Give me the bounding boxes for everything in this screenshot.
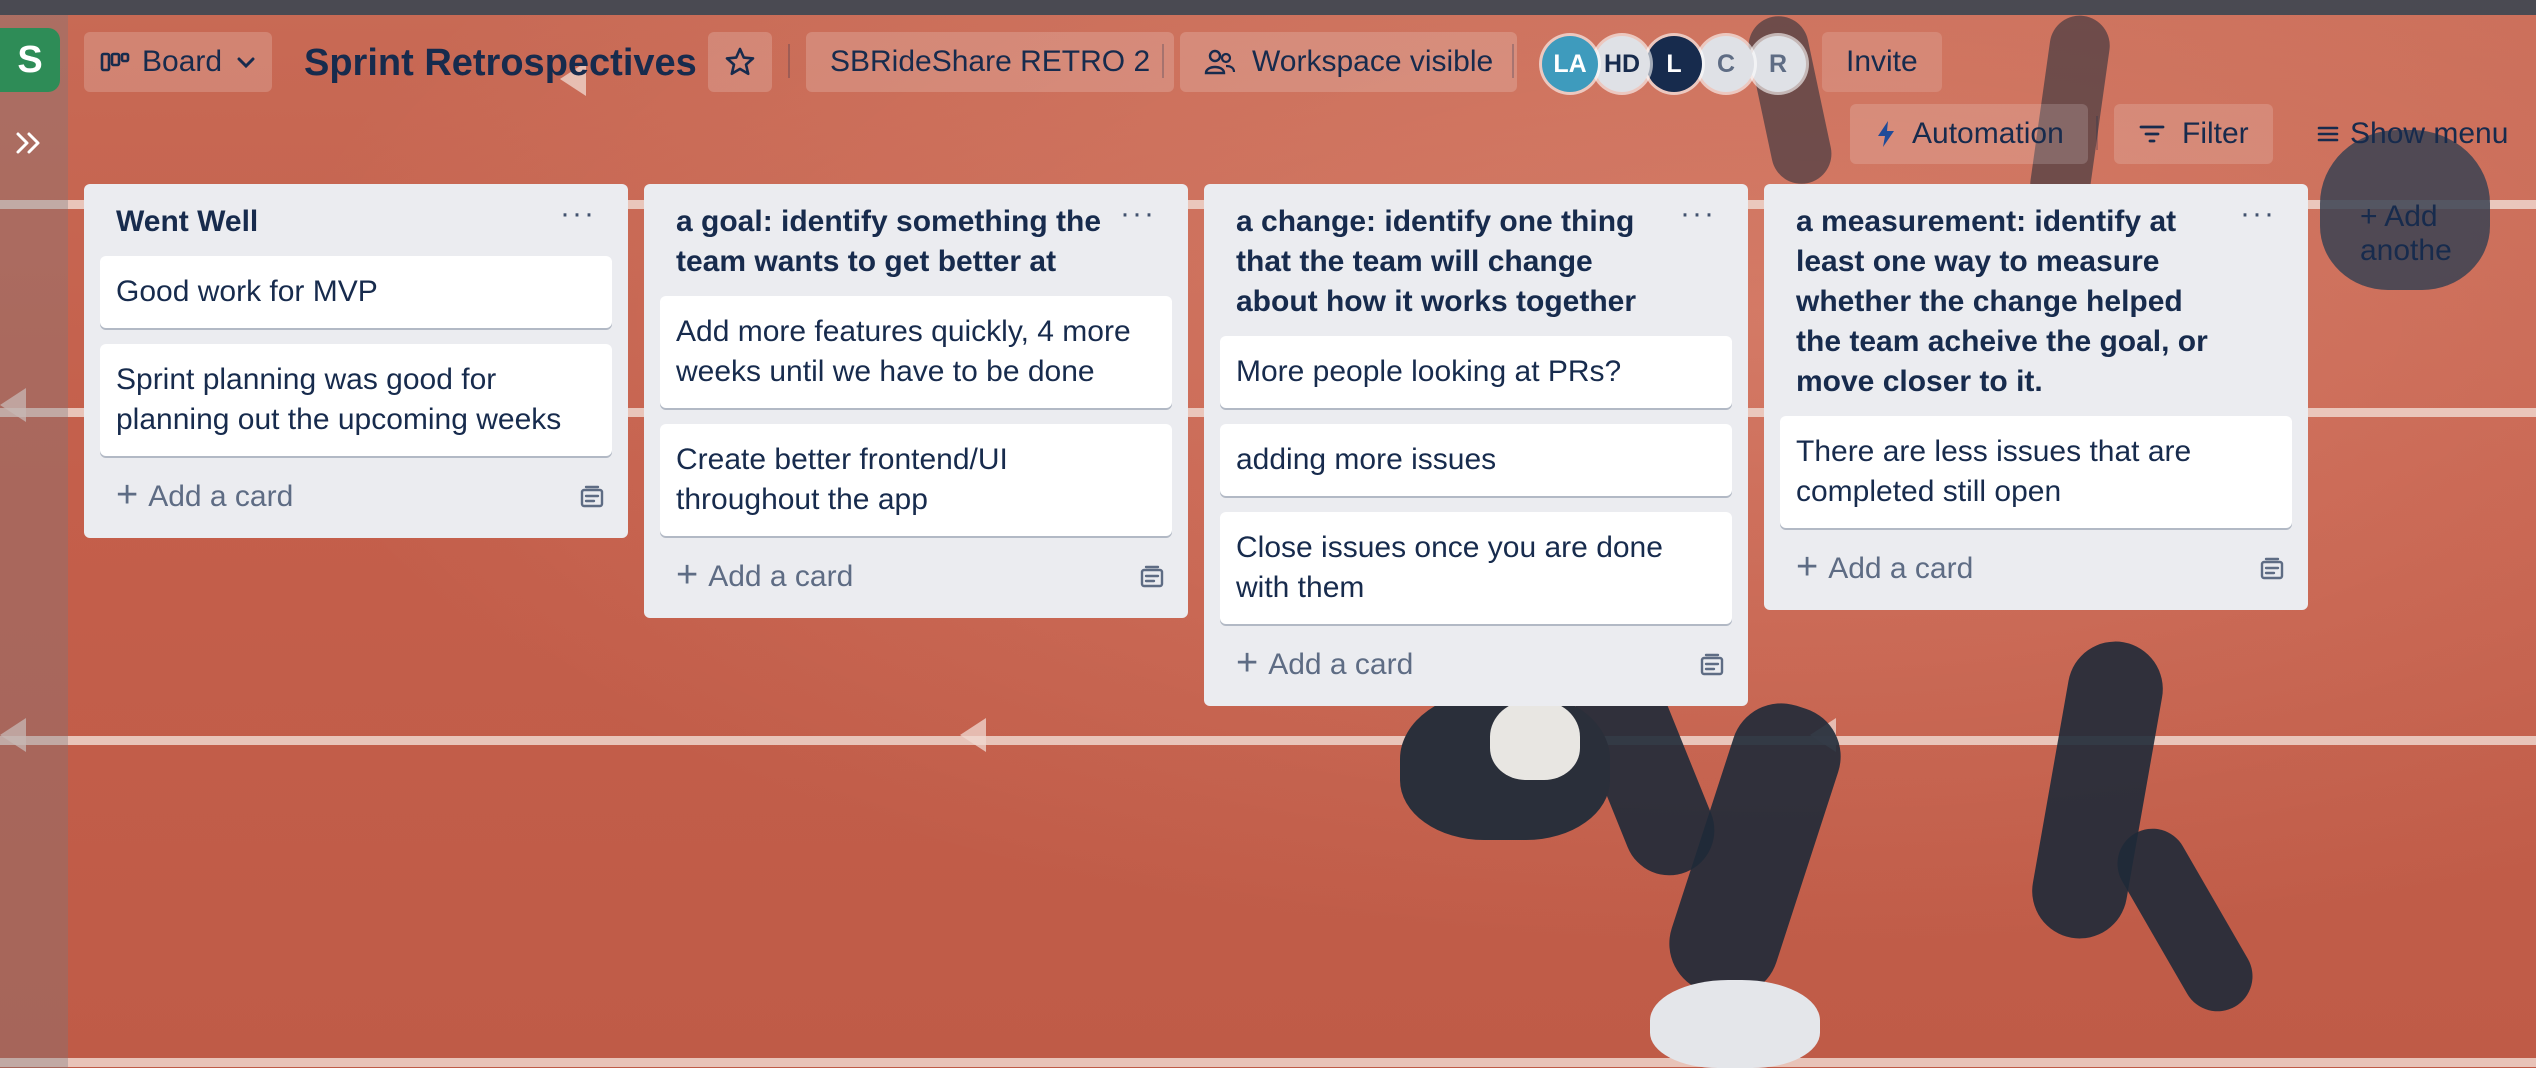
header-divider — [788, 44, 790, 78]
workspace-logo[interactable]: S — [0, 28, 60, 92]
automation-button[interactable]: Automation — [1850, 104, 2088, 164]
list-header: a measurement: identify at least one way… — [1780, 199, 2292, 416]
list-actions-icon[interactable]: ··· — [560, 199, 596, 229]
lane-line — [0, 1058, 2536, 1067]
add-card-label: Add a card — [708, 560, 854, 593]
plus-icon: + — [1236, 642, 1259, 684]
card[interactable]: Add more features quickly, 4 more weeks … — [660, 296, 1172, 408]
header-divider — [1512, 44, 1514, 78]
filter-icon — [2138, 122, 2166, 146]
list-footer: + Add a card — [100, 472, 612, 522]
star-board-button[interactable] — [708, 32, 772, 92]
add-card-label: Add a card — [148, 480, 294, 513]
lane-line — [0, 736, 2536, 745]
list-footer: + Add a card — [660, 552, 1172, 602]
list-column: a measurement: identify at least one way… — [1764, 184, 2308, 610]
filter-label: Filter — [2182, 117, 2249, 150]
add-card-button[interactable]: + Add a card — [116, 476, 294, 514]
member-avatar[interactable]: HD — [1594, 36, 1650, 92]
list-title[interactable]: Went Well — [116, 202, 556, 242]
collapsed-sidebar — [0, 15, 68, 1068]
add-card-button[interactable]: + Add a card — [676, 556, 854, 594]
browser-top-strip — [0, 0, 2536, 15]
list-column: a goal: identify something the team want… — [644, 184, 1188, 618]
card[interactable]: Close issues once you are done with them — [1220, 512, 1732, 624]
card[interactable]: There are less issues that are completed… — [1780, 416, 2292, 528]
list-column: a change: identify one thing that the te… — [1204, 184, 1748, 706]
board-view-switcher[interactable]: Board — [84, 32, 272, 92]
list-title[interactable]: a goal: identify something the team want… — [676, 202, 1116, 282]
plus-icon: + — [1796, 546, 1819, 588]
list-actions-icon[interactable]: ··· — [1680, 199, 1716, 229]
people-icon — [1204, 47, 1236, 77]
star-icon — [724, 46, 756, 78]
header-divider — [2096, 116, 2098, 150]
list-footer: + Add a card — [1780, 544, 2292, 594]
runner — [1490, 700, 1580, 780]
lightning-icon — [1874, 119, 1898, 149]
visibility-button[interactable]: Workspace visible — [1180, 32, 1518, 92]
card[interactable]: Sprint planning was good for planning ou… — [100, 344, 612, 456]
list-header: a change: identify one thing that the te… — [1220, 199, 1732, 336]
board-icon — [100, 50, 130, 74]
view-label: Board — [142, 45, 223, 78]
card-template-icon[interactable] — [578, 483, 606, 511]
add-card-label: Add a card — [1828, 552, 1974, 585]
member-avatar[interactable]: C — [1698, 36, 1754, 92]
expand-sidebar-icon[interactable] — [12, 126, 46, 160]
automation-label: Automation — [1912, 117, 2064, 150]
list-header: Went Well ··· — [100, 199, 612, 256]
list-header: a goal: identify something the team want… — [660, 199, 1172, 296]
member-avatar[interactable]: L — [1646, 36, 1702, 92]
list-actions-icon[interactable]: ··· — [1120, 199, 1156, 229]
card[interactable]: adding more issues — [1220, 424, 1732, 496]
list-column: Went Well ··· Good work for MVP Sprint plan… — [84, 184, 628, 538]
card[interactable]: Good work for MVP — [100, 256, 612, 328]
show-menu-button[interactable]: Show menu — [2300, 104, 2508, 164]
chevron-down-icon — [234, 50, 258, 74]
list-actions-icon[interactable]: ··· — [2240, 199, 2276, 229]
filter-button[interactable]: Filter — [2114, 104, 2273, 164]
card-template-icon[interactable] — [1698, 651, 1726, 679]
runner — [1650, 980, 1820, 1068]
board-title[interactable]: Sprint Retrospectives — [304, 36, 697, 90]
add-card-button[interactable]: + Add a card — [1796, 548, 1974, 586]
invite-button[interactable]: Invite — [1822, 32, 1942, 92]
card-template-icon[interactable] — [2258, 555, 2286, 583]
visibility-label: Workspace visible — [1252, 45, 1494, 78]
show-menu-label: Show menu — [2350, 117, 2509, 150]
member-avatar[interactable]: LA — [1542, 36, 1598, 92]
menu-icon — [2316, 122, 2340, 146]
add-card-label: Add a card — [1268, 648, 1414, 681]
plus-icon: + — [116, 474, 139, 516]
card-template-icon[interactable] — [1138, 563, 1166, 591]
plus-icon: + — [676, 554, 699, 596]
workspace-button[interactable]: SBRideShare RETRO 2 — [806, 32, 1175, 92]
member-avatar[interactable]: R — [1750, 36, 1806, 92]
card[interactable]: Create better frontend/UI throughout the… — [660, 424, 1172, 536]
add-another-list-button[interactable]: + Add anothe — [2360, 200, 2536, 268]
lane-arrow — [960, 718, 986, 752]
card[interactable]: More people looking at PRs? — [1220, 336, 1732, 408]
list-title[interactable]: a measurement: identify at least one way… — [1796, 202, 2236, 402]
list-title[interactable]: a change: identify one thing that the te… — [1236, 202, 1676, 322]
list-footer: + Add a card — [1220, 640, 1732, 690]
header-divider — [1162, 44, 1164, 78]
add-card-button[interactable]: + Add a card — [1236, 644, 1414, 682]
